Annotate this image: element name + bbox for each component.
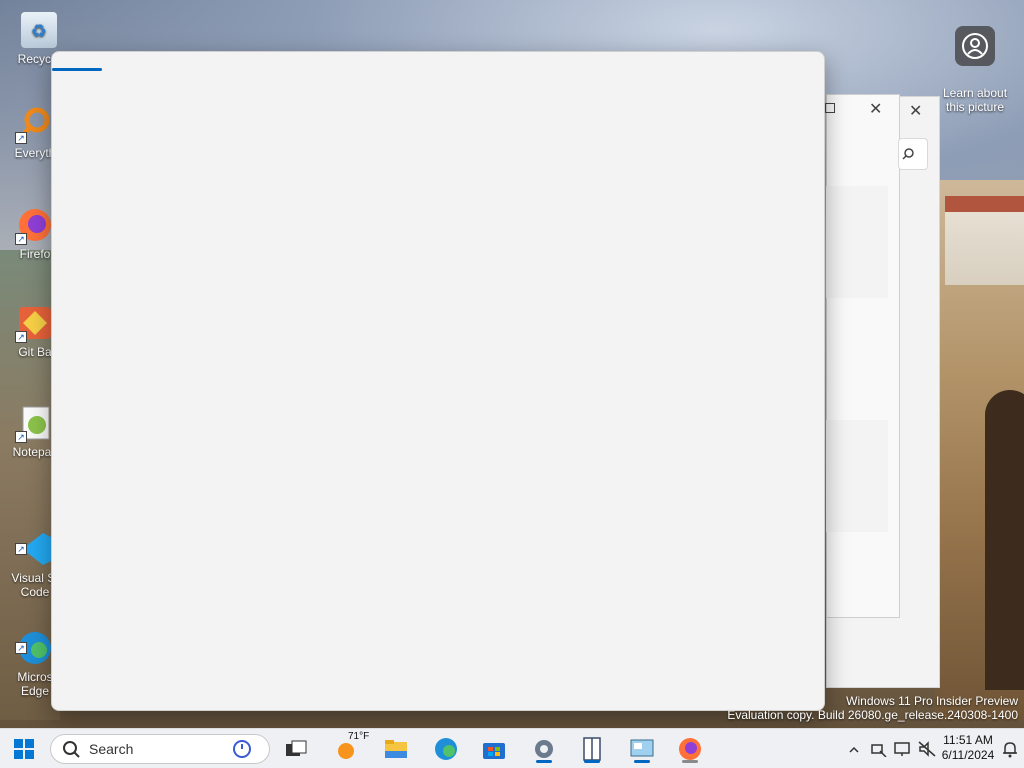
dialog-section <box>826 420 888 532</box>
svg-text:♻: ♻ <box>31 21 47 42</box>
search-icon <box>63 741 80 758</box>
file-explorer-button[interactable] <box>376 733 416 765</box>
search-icon <box>902 148 914 160</box>
recycle-bin-icon: ♻ <box>21 12 57 48</box>
loading-progress-bar <box>52 68 103 71</box>
taskbar-search-box[interactable]: Search <box>50 734 270 764</box>
git-bash-icon: ↗ <box>15 305 53 343</box>
control-panel-icon <box>630 739 654 757</box>
copilot-icon <box>233 740 251 758</box>
close-icon[interactable]: ✕ <box>869 99 882 118</box>
windows-watermark: Windows 11 Pro Insider Preview Evaluatio… <box>727 694 1018 722</box>
document-icon <box>583 737 601 761</box>
learn-about-label: Learn about this picture <box>942 86 1008 114</box>
active-indicator <box>536 760 552 763</box>
shortcut-arrow-icon: ↗ <box>15 233 27 245</box>
watermark-line1: Windows 11 Pro Insider Preview <box>846 694 1018 708</box>
search-field[interactable] <box>898 138 928 170</box>
folder-icon <box>385 740 407 758</box>
watermark-line2: Evaluation copy. Build 26080.ge_release.… <box>727 708 1018 722</box>
shortcut-arrow-icon: ↗ <box>15 431 27 443</box>
wallpaper-roof <box>945 196 1024 212</box>
document-app-button[interactable] <box>572 733 612 765</box>
shortcut-arrow-icon: ↗ <box>15 132 27 144</box>
volume-muted-icon[interactable] <box>918 741 936 761</box>
shortcut-arrow-icon: ↗ <box>15 642 27 654</box>
wallpaper-building <box>945 200 1024 285</box>
maximize-icon[interactable] <box>825 103 835 113</box>
notepad-plus-plus-icon: ↗ <box>15 405 53 443</box>
task-view-button[interactable] <box>276 733 316 765</box>
background-dialog-middle <box>826 94 900 618</box>
display-icon[interactable] <box>894 741 912 761</box>
clock[interactable]: 11:51 AM 6/11/2024 <box>936 733 1000 763</box>
search-label: Search <box>89 741 134 757</box>
clock-time: 11:51 AM <box>943 733 993 747</box>
edge-icon <box>435 738 457 760</box>
close-icon[interactable]: ✕ <box>909 101 922 120</box>
taskbar: Search 71°F 11:51 AM 6/11/2024 <box>0 728 1024 768</box>
active-indicator <box>634 760 650 763</box>
active-indicator <box>584 760 600 763</box>
edge-button[interactable] <box>426 733 466 765</box>
firefox-icon: ↗ <box>15 207 53 245</box>
dialog-section <box>826 186 888 298</box>
settings-button[interactable] <box>524 733 564 765</box>
gear-icon <box>535 740 553 758</box>
start-button[interactable] <box>4 733 44 765</box>
weather-temperature: 71°F <box>348 731 370 742</box>
control-panel-button[interactable] <box>622 733 662 765</box>
task-view-icon <box>286 740 307 756</box>
learn-about-picture[interactable]: Learn about this picture <box>938 12 1012 128</box>
store-icon <box>483 743 505 759</box>
windows-logo-icon <box>14 739 34 759</box>
clock-date: 6/11/2024 <box>941 748 995 762</box>
notification-bell-icon[interactable] <box>1002 740 1018 762</box>
vscode-icon: ↗ <box>15 517 53 565</box>
camera-icon <box>955 26 995 66</box>
shortcut-arrow-icon: ↗ <box>15 543 27 555</box>
edge-icon: ↗ <box>15 616 53 664</box>
network-status-icon[interactable] <box>870 741 888 761</box>
firefox-icon <box>679 738 701 760</box>
wallpaper-arch <box>985 390 1024 690</box>
magnifier-icon: ↗ <box>15 106 53 144</box>
running-indicator <box>682 760 698 763</box>
firefox-button[interactable] <box>670 733 710 765</box>
main-window[interactable] <box>51 51 825 711</box>
microsoft-store-button[interactable] <box>474 733 514 765</box>
shortcut-arrow-icon: ↗ <box>15 331 27 343</box>
chevron-up-icon[interactable] <box>848 741 860 760</box>
